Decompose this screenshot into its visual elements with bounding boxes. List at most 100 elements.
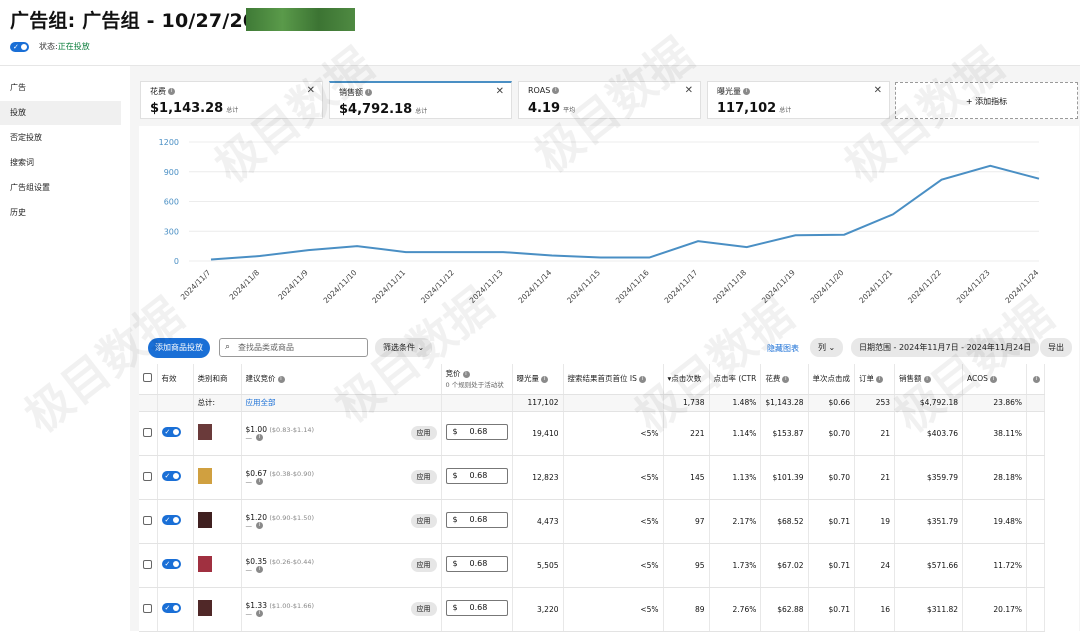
- bid-value: 0.68: [470, 425, 488, 439]
- metric-card-sales[interactable]: 销售额i $4,792.18总计 ✕: [329, 81, 512, 119]
- total-sales: $4,792.18: [895, 394, 963, 411]
- col-spend[interactable]: 花费i: [761, 364, 808, 394]
- x-tick-label: 2024/11/8: [228, 268, 262, 302]
- metric-label: 销售额: [339, 88, 363, 97]
- sidebar-item-negative-targeting[interactable]: 否定投放: [0, 126, 121, 150]
- info-icon: i: [924, 376, 931, 383]
- x-tick-label: 2024/11/11: [370, 268, 407, 305]
- clicks: 221: [663, 411, 709, 455]
- col-top-is[interactable]: 搜索结果首页首位 ISi: [563, 364, 663, 394]
- export-button[interactable]: 导出: [1040, 338, 1072, 357]
- apply-button[interactable]: 应用: [411, 602, 437, 616]
- suggested-bid: $1.33: [246, 601, 267, 610]
- apply-button[interactable]: 应用: [411, 558, 437, 572]
- bid-input[interactable]: $0.68: [446, 512, 508, 528]
- col-active[interactable]: 有效: [157, 364, 193, 394]
- select-all-checkbox[interactable]: [143, 373, 152, 382]
- row-checkbox[interactable]: [143, 604, 152, 613]
- row-active-toggle[interactable]: ✓: [162, 515, 181, 525]
- row-active-toggle[interactable]: ✓: [162, 603, 181, 613]
- top-of-search-is: <5%: [563, 543, 663, 587]
- spend: $101.39: [761, 455, 808, 499]
- metric-card-roas[interactable]: ROASi 4.19平均 ✕: [518, 81, 701, 119]
- apply-button[interactable]: 应用: [411, 470, 437, 484]
- sidebar-item-adgroup-settings[interactable]: 广告组设置: [0, 176, 121, 200]
- row-checkbox[interactable]: [143, 560, 152, 569]
- suggested-bid-range: ($1.00-$1.66): [269, 602, 314, 610]
- bid-value: 0.68: [470, 601, 488, 615]
- col-cpc[interactable]: 单次点击成: [808, 364, 855, 394]
- sidebar-item-history[interactable]: 历史: [0, 201, 121, 225]
- col-clicks[interactable]: ▾点击次数: [663, 364, 709, 394]
- bid-input[interactable]: $0.68: [446, 468, 508, 484]
- x-tick-label: 2024/11/20: [809, 268, 846, 305]
- metric-label: ROAS: [528, 86, 550, 95]
- row-active-toggle[interactable]: ✓: [162, 427, 181, 437]
- metric-card-impressions[interactable]: 曝光量i 117,102总计 ✕: [707, 81, 890, 119]
- apply-button[interactable]: 应用: [411, 426, 437, 440]
- col-ctr[interactable]: 点击率 (CTR: [709, 364, 761, 394]
- cpc: $0.71: [808, 499, 855, 543]
- close-icon[interactable]: ✕: [307, 85, 315, 96]
- col-category[interactable]: 类别和商: [193, 364, 241, 394]
- info-icon: i: [256, 478, 263, 485]
- col-spend-label: 花费: [765, 374, 780, 383]
- product-thumbnail[interactable]: [198, 600, 212, 616]
- search-input[interactable]: ⌕ 查找品类或商品: [219, 338, 368, 357]
- suggest-more: —: [246, 566, 253, 574]
- col-bid-sub: 0 个规则处于活动状: [446, 379, 508, 389]
- close-icon[interactable]: ✕: [685, 85, 693, 96]
- col-bid[interactable]: 竞价i0 个规则处于活动状: [441, 364, 512, 394]
- columns-button[interactable]: 列 ⌄: [810, 338, 843, 357]
- col-impressions[interactable]: 曝光量i: [512, 364, 563, 394]
- row-checkbox[interactable]: [143, 472, 152, 481]
- metric-sub: 平均: [563, 107, 575, 114]
- date-range-button[interactable]: 日期范围 - 2024年11月7日 - 2024年11月24日: [851, 338, 1039, 357]
- row-checkbox[interactable]: [143, 516, 152, 525]
- col-suggested-bid[interactable]: 建议竞价i: [241, 364, 441, 394]
- product-thumbnail[interactable]: [198, 424, 212, 440]
- apply-button[interactable]: 应用: [411, 514, 437, 528]
- bid-input[interactable]: $0.68: [446, 424, 508, 440]
- cpc: $0.70: [808, 455, 855, 499]
- filter-button[interactable]: 筛选条件 ⌄: [375, 338, 432, 357]
- info-icon: i: [990, 376, 997, 383]
- col-sales[interactable]: 销售额i: [895, 364, 963, 394]
- sidebar-item-ads[interactable]: 广告: [0, 76, 121, 100]
- bid-value: 0.68: [470, 557, 488, 571]
- y-tick-label: 300: [164, 227, 179, 236]
- total-row: 总计: 应用全部 117,102 1,738 1.48% $1,143.28 $…: [139, 394, 1045, 411]
- targeting-table: 有效 类别和商 建议竞价i 竞价i0 个规则处于活动状 曝光量i 搜索结果首页首…: [139, 364, 1045, 632]
- impressions: 4,473: [512, 499, 563, 543]
- add-product-targeting-button[interactable]: 添加商品投放: [148, 338, 210, 358]
- row-checkbox[interactable]: [143, 428, 152, 437]
- info-icon: i: [168, 88, 175, 95]
- x-tick-label: 2024/11/22: [906, 268, 943, 305]
- add-metric-button[interactable]: + 添加指标: [895, 82, 1078, 119]
- product-thumbnail[interactable]: [198, 556, 212, 572]
- suggest-more: —: [246, 610, 253, 618]
- acos: 20.17%: [963, 587, 1027, 631]
- col-acos[interactable]: ACOSi: [963, 364, 1027, 394]
- sidebar-item-search-terms[interactable]: 搜索词: [0, 151, 121, 175]
- product-thumbnail[interactable]: [198, 512, 212, 528]
- row-active-toggle[interactable]: ✓: [162, 559, 181, 569]
- sidebar-item-targeting[interactable]: 投放: [0, 101, 121, 125]
- status-toggle[interactable]: ✓: [10, 42, 29, 52]
- col-orders[interactable]: 订单i: [855, 364, 895, 394]
- close-icon[interactable]: ✕: [874, 85, 882, 96]
- bid-input[interactable]: $0.68: [446, 600, 508, 616]
- sales: $359.79: [895, 455, 963, 499]
- bid-input[interactable]: $0.68: [446, 556, 508, 572]
- row-active-toggle[interactable]: ✓: [162, 471, 181, 481]
- suggested-bid-range: ($0.90-$1.50): [269, 514, 314, 522]
- currency-symbol: $: [453, 425, 458, 439]
- apply-all-link[interactable]: 应用全部: [241, 394, 441, 411]
- hide-chart-link[interactable]: 隐藏图表: [767, 343, 799, 354]
- info-icon: i: [782, 376, 789, 383]
- product-thumbnail[interactable]: [198, 468, 212, 484]
- total-acos: 23.86%: [963, 394, 1027, 411]
- spend: $67.02: [761, 543, 808, 587]
- metric-card-spend[interactable]: 花费i $1,143.28总计 ✕: [140, 81, 323, 119]
- close-icon[interactable]: ✕: [496, 86, 504, 97]
